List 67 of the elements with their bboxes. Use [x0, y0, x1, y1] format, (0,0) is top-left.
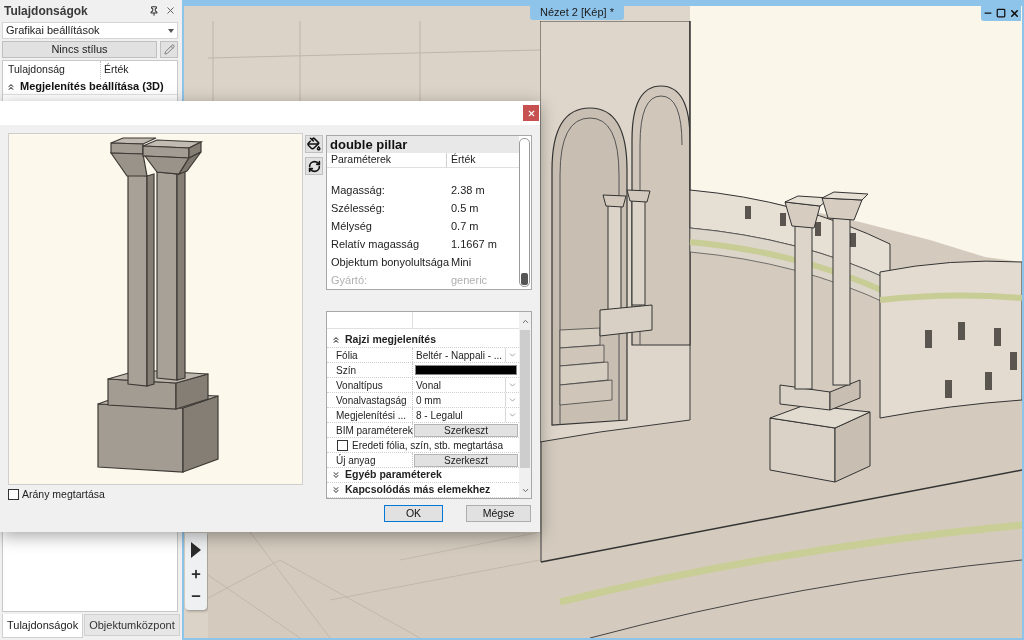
value-dropdown[interactable]: Beltér - Nappali - ...	[413, 348, 519, 362]
category-dropdown[interactable]: Grafikai beállítások	[2, 22, 178, 39]
dialog-button[interactable]: Mégse	[466, 505, 531, 522]
paint-bucket-icon	[307, 137, 321, 151]
value-dropdown[interactable]: 0 mm	[413, 393, 519, 407]
parameter-name: Mélység	[330, 218, 373, 234]
section-title: Rajzi megjelenítés	[345, 332, 437, 348]
dropdown-arrow-icon	[168, 28, 174, 33]
scrollbar-thumb[interactable]	[520, 330, 530, 468]
style-button[interactable]: Nincs stílus	[2, 41, 157, 58]
maximize-icon[interactable]	[995, 8, 1006, 18]
scrollbar-thumb[interactable]	[521, 273, 528, 285]
parameter-value: 0.5 m	[450, 200, 479, 216]
parameter-value: 2.38 m	[450, 182, 485, 198]
paint-button[interactable]	[305, 135, 323, 153]
checkbox-label: Eredeti fólia, szín, stb. megtartása	[352, 438, 504, 453]
edit-button[interactable]: Szerkeszt	[414, 423, 518, 437]
parameter-value: 0.7 m	[450, 218, 479, 234]
column-header: Érték	[103, 62, 130, 78]
section-title: Egyéb paraméterek	[345, 467, 442, 483]
parameter-name: Gyártó:	[330, 272, 369, 288]
parameter-name: Magasság:	[330, 182, 386, 198]
property-label: Szín	[327, 363, 413, 377]
scrollbar[interactable]	[519, 312, 531, 498]
parameter-name: Objektum bonyolultsága	[330, 254, 448, 270]
play-icon[interactable]	[191, 542, 201, 558]
close-icon[interactable]	[165, 5, 176, 16]
edit-button[interactable]: Szerkeszt	[414, 453, 518, 467]
checkbox[interactable]	[337, 439, 348, 451]
parameter-value: Mini	[450, 254, 472, 270]
checkbox-label: Arány megtartása	[22, 487, 105, 502]
dialog-button[interactable]: OK	[384, 505, 443, 522]
checkbox[interactable]	[8, 489, 19, 501]
expand-icon[interactable]	[331, 470, 341, 480]
close-icon[interactable]	[1008, 7, 1020, 19]
parameter-name: Relatív magasság	[330, 236, 421, 252]
pin-icon[interactable]	[149, 5, 159, 16]
expand-icon[interactable]	[331, 485, 341, 495]
parameter-name: Szélesség:	[330, 200, 386, 216]
parameter-value: 1.1667 m	[450, 236, 497, 252]
view-tab[interactable]: Nézet 2 [Kép] *	[530, 4, 624, 20]
scrollbar[interactable]	[519, 138, 530, 287]
value-dropdown[interactable]: 8 - Legalul	[413, 408, 519, 422]
property-label: Új anyag	[327, 453, 413, 467]
value-dropdown[interactable]: Vonal	[413, 378, 519, 392]
tab[interactable]: Tulajdonságok	[2, 614, 84, 638]
close-button[interactable]	[523, 105, 539, 121]
refresh-icon	[307, 159, 321, 173]
column-header: Tulajdonság	[3, 61, 101, 79]
tab[interactable]: Objektumközpont	[84, 614, 180, 636]
scroll-up-icon[interactable]	[520, 317, 530, 326]
panel-title: Tulajdonságok	[4, 2, 89, 20]
column-header: Érték	[450, 153, 477, 167]
collapse-icon[interactable]	[331, 335, 341, 345]
object-title: double pillar	[330, 135, 408, 154]
refresh-button[interactable]	[305, 157, 323, 175]
collapse-icon[interactable]	[6, 81, 16, 92]
section-title: Kapcsolódás más elemekhez	[345, 482, 491, 498]
close-icon	[526, 108, 536, 118]
pencil-icon	[163, 44, 175, 55]
group-title: Megjelenítés beállítása (3D)	[20, 79, 164, 95]
plus-icon[interactable]	[190, 568, 202, 580]
scroll-down-icon[interactable]	[520, 486, 530, 495]
column-header: Paraméterek	[327, 153, 447, 167]
color-swatch[interactable]	[415, 365, 517, 375]
parameter-value: generic	[450, 272, 488, 288]
property-label: BIM paraméterek	[327, 423, 413, 437]
